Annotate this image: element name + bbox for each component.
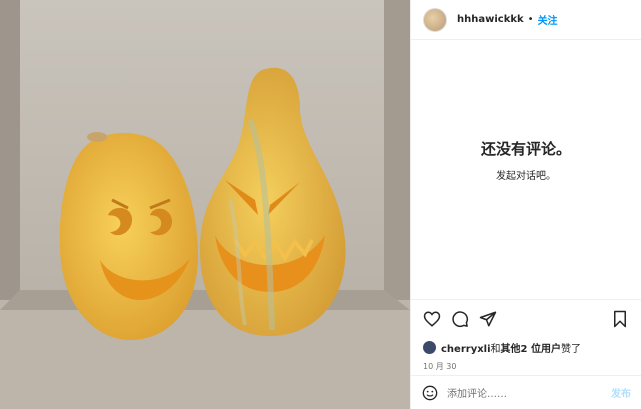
post-date[interactable]: 10 月 30	[411, 355, 641, 375]
post-dialog: hhhawickkk • 关注 还没有评论。 发起对话吧。 cherryxli和…	[0, 0, 641, 409]
likes-suffix: 赞了	[560, 343, 581, 355]
share-icon[interactable]	[477, 308, 499, 330]
liker-username[interactable]: cherryxli	[441, 344, 491, 355]
likes-and: 和	[490, 343, 501, 355]
post-comment-button[interactable]: 发布	[611, 385, 631, 400]
emoji-icon[interactable]	[421, 384, 439, 402]
comments-area: 还没有评论。 发起对话吧。	[411, 40, 641, 299]
bookmark-icon[interactable]	[609, 308, 631, 330]
liker-avatar[interactable]	[423, 340, 436, 354]
comment-icon[interactable]	[449, 308, 471, 330]
author-username[interactable]: hhhawickkk	[457, 14, 524, 25]
post-sidebar: hhhawickkk • 关注 还没有评论。 发起对话吧。 cherryxli和…	[410, 0, 641, 409]
no-comments-subtitle: 发起对话吧。	[496, 170, 556, 182]
heart-icon[interactable]	[421, 308, 443, 330]
action-bar	[411, 299, 641, 337]
comment-box: 添加评论…… 发布	[411, 375, 641, 409]
comment-input[interactable]: 添加评论……	[447, 385, 611, 400]
follow-button[interactable]: 关注	[538, 12, 558, 27]
likes-row: cherryxli和其他2 位用户赞了	[411, 337, 641, 355]
pumpkin-photo	[0, 0, 410, 409]
separator-dot: •	[527, 14, 534, 25]
post-photo[interactable]	[0, 0, 410, 409]
avatar[interactable]	[423, 7, 447, 32]
post-header: hhhawickkk • 关注	[411, 0, 641, 40]
likes-others[interactable]: 其他2 位用户	[501, 344, 561, 355]
no-comments-title: 还没有评论。	[480, 139, 571, 158]
likes-text[interactable]: cherryxli和其他2 位用户赞了	[441, 340, 581, 355]
